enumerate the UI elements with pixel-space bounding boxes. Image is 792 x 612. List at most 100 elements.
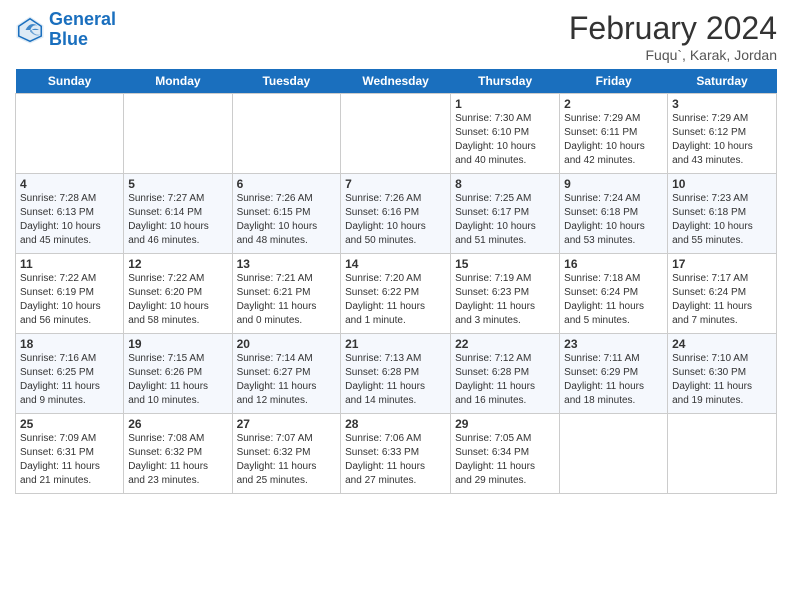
table-row: 17Sunrise: 7:17 AMSunset: 6:24 PMDayligh… (668, 254, 777, 334)
day-info: Sunrise: 7:05 AMSunset: 6:34 PMDaylight:… (455, 432, 555, 488)
col-tuesday: Tuesday (232, 69, 341, 94)
day-number: 15 (455, 257, 555, 271)
day-info: Sunrise: 7:24 AMSunset: 6:18 PMDaylight:… (564, 192, 663, 248)
col-thursday: Thursday (451, 69, 560, 94)
day-info: Sunrise: 7:11 AMSunset: 6:29 PMDaylight:… (564, 352, 663, 408)
table-row: 26Sunrise: 7:08 AMSunset: 6:32 PMDayligh… (124, 414, 232, 494)
table-row: 13Sunrise: 7:21 AMSunset: 6:21 PMDayligh… (232, 254, 341, 334)
day-info: Sunrise: 7:22 AMSunset: 6:19 PMDaylight:… (20, 272, 119, 328)
day-info: Sunrise: 7:22 AMSunset: 6:20 PMDaylight:… (128, 272, 227, 328)
table-row (232, 94, 341, 174)
day-number: 1 (455, 97, 555, 111)
table-row: 19Sunrise: 7:15 AMSunset: 6:26 PMDayligh… (124, 334, 232, 414)
day-number: 20 (237, 337, 337, 351)
day-number: 9 (564, 177, 663, 191)
day-info: Sunrise: 7:27 AMSunset: 6:14 PMDaylight:… (128, 192, 227, 248)
day-number: 26 (128, 417, 227, 431)
calendar-week-row: 18Sunrise: 7:16 AMSunset: 6:25 PMDayligh… (16, 334, 777, 414)
day-info: Sunrise: 7:17 AMSunset: 6:24 PMDaylight:… (672, 272, 772, 328)
table-row: 12Sunrise: 7:22 AMSunset: 6:20 PMDayligh… (124, 254, 232, 334)
day-info: Sunrise: 7:15 AMSunset: 6:26 PMDaylight:… (128, 352, 227, 408)
day-info: Sunrise: 7:13 AMSunset: 6:28 PMDaylight:… (345, 352, 446, 408)
day-info: Sunrise: 7:29 AMSunset: 6:11 PMDaylight:… (564, 112, 663, 168)
day-info: Sunrise: 7:20 AMSunset: 6:22 PMDaylight:… (345, 272, 446, 328)
day-info: Sunrise: 7:06 AMSunset: 6:33 PMDaylight:… (345, 432, 446, 488)
calendar-header-row: Sunday Monday Tuesday Wednesday Thursday… (16, 69, 777, 94)
day-info: Sunrise: 7:26 AMSunset: 6:15 PMDaylight:… (237, 192, 337, 248)
table-row: 6Sunrise: 7:26 AMSunset: 6:15 PMDaylight… (232, 174, 341, 254)
table-row: 11Sunrise: 7:22 AMSunset: 6:19 PMDayligh… (16, 254, 124, 334)
day-info: Sunrise: 7:23 AMSunset: 6:18 PMDaylight:… (672, 192, 772, 248)
day-number: 25 (20, 417, 119, 431)
table-row: 16Sunrise: 7:18 AMSunset: 6:24 PMDayligh… (560, 254, 668, 334)
table-row: 21Sunrise: 7:13 AMSunset: 6:28 PMDayligh… (341, 334, 451, 414)
day-number: 14 (345, 257, 446, 271)
col-sunday: Sunday (16, 69, 124, 94)
day-number: 22 (455, 337, 555, 351)
day-info: Sunrise: 7:18 AMSunset: 6:24 PMDaylight:… (564, 272, 663, 328)
day-number: 5 (128, 177, 227, 191)
day-number: 17 (672, 257, 772, 271)
day-info: Sunrise: 7:14 AMSunset: 6:27 PMDaylight:… (237, 352, 337, 408)
calendar-week-row: 1Sunrise: 7:30 AMSunset: 6:10 PMDaylight… (16, 94, 777, 174)
day-number: 8 (455, 177, 555, 191)
col-monday: Monday (124, 69, 232, 94)
day-number: 21 (345, 337, 446, 351)
day-number: 4 (20, 177, 119, 191)
table-row: 29Sunrise: 7:05 AMSunset: 6:34 PMDayligh… (451, 414, 560, 494)
page: General Blue February 2024 Fuqu`, Karak,… (0, 0, 792, 612)
logo-line1: General (49, 9, 116, 29)
day-info: Sunrise: 7:16 AMSunset: 6:25 PMDaylight:… (20, 352, 119, 408)
table-row (668, 414, 777, 494)
table-row (16, 94, 124, 174)
day-number: 28 (345, 417, 446, 431)
table-row: 5Sunrise: 7:27 AMSunset: 6:14 PMDaylight… (124, 174, 232, 254)
day-number: 23 (564, 337, 663, 351)
table-row (124, 94, 232, 174)
calendar-week-row: 4Sunrise: 7:28 AMSunset: 6:13 PMDaylight… (16, 174, 777, 254)
day-info: Sunrise: 7:28 AMSunset: 6:13 PMDaylight:… (20, 192, 119, 248)
day-number: 29 (455, 417, 555, 431)
table-row: 22Sunrise: 7:12 AMSunset: 6:28 PMDayligh… (451, 334, 560, 414)
day-number: 12 (128, 257, 227, 271)
day-number: 19 (128, 337, 227, 351)
title-block: February 2024 Fuqu`, Karak, Jordan (569, 10, 777, 63)
table-row (341, 94, 451, 174)
day-number: 6 (237, 177, 337, 191)
logo-icon (15, 15, 45, 45)
day-number: 3 (672, 97, 772, 111)
calendar-week-row: 25Sunrise: 7:09 AMSunset: 6:31 PMDayligh… (16, 414, 777, 494)
table-row: 8Sunrise: 7:25 AMSunset: 6:17 PMDaylight… (451, 174, 560, 254)
table-row (560, 414, 668, 494)
day-number: 16 (564, 257, 663, 271)
table-row: 15Sunrise: 7:19 AMSunset: 6:23 PMDayligh… (451, 254, 560, 334)
day-number: 18 (20, 337, 119, 351)
table-row: 14Sunrise: 7:20 AMSunset: 6:22 PMDayligh… (341, 254, 451, 334)
logo-text: General Blue (49, 10, 116, 50)
logo: General Blue (15, 10, 116, 50)
day-number: 10 (672, 177, 772, 191)
calendar-table: Sunday Monday Tuesday Wednesday Thursday… (15, 69, 777, 494)
day-info: Sunrise: 7:21 AMSunset: 6:21 PMDaylight:… (237, 272, 337, 328)
col-friday: Friday (560, 69, 668, 94)
table-row: 25Sunrise: 7:09 AMSunset: 6:31 PMDayligh… (16, 414, 124, 494)
day-info: Sunrise: 7:29 AMSunset: 6:12 PMDaylight:… (672, 112, 772, 168)
logo-line2: Blue (49, 29, 88, 49)
table-row: 7Sunrise: 7:26 AMSunset: 6:16 PMDaylight… (341, 174, 451, 254)
day-info: Sunrise: 7:09 AMSunset: 6:31 PMDaylight:… (20, 432, 119, 488)
month-title: February 2024 (569, 10, 777, 47)
table-row: 4Sunrise: 7:28 AMSunset: 6:13 PMDaylight… (16, 174, 124, 254)
table-row: 9Sunrise: 7:24 AMSunset: 6:18 PMDaylight… (560, 174, 668, 254)
table-row: 20Sunrise: 7:14 AMSunset: 6:27 PMDayligh… (232, 334, 341, 414)
table-row: 10Sunrise: 7:23 AMSunset: 6:18 PMDayligh… (668, 174, 777, 254)
day-number: 11 (20, 257, 119, 271)
day-number: 24 (672, 337, 772, 351)
day-number: 2 (564, 97, 663, 111)
day-info: Sunrise: 7:07 AMSunset: 6:32 PMDaylight:… (237, 432, 337, 488)
day-info: Sunrise: 7:30 AMSunset: 6:10 PMDaylight:… (455, 112, 555, 168)
table-row: 18Sunrise: 7:16 AMSunset: 6:25 PMDayligh… (16, 334, 124, 414)
col-wednesday: Wednesday (341, 69, 451, 94)
day-number: 7 (345, 177, 446, 191)
col-saturday: Saturday (668, 69, 777, 94)
day-info: Sunrise: 7:25 AMSunset: 6:17 PMDaylight:… (455, 192, 555, 248)
